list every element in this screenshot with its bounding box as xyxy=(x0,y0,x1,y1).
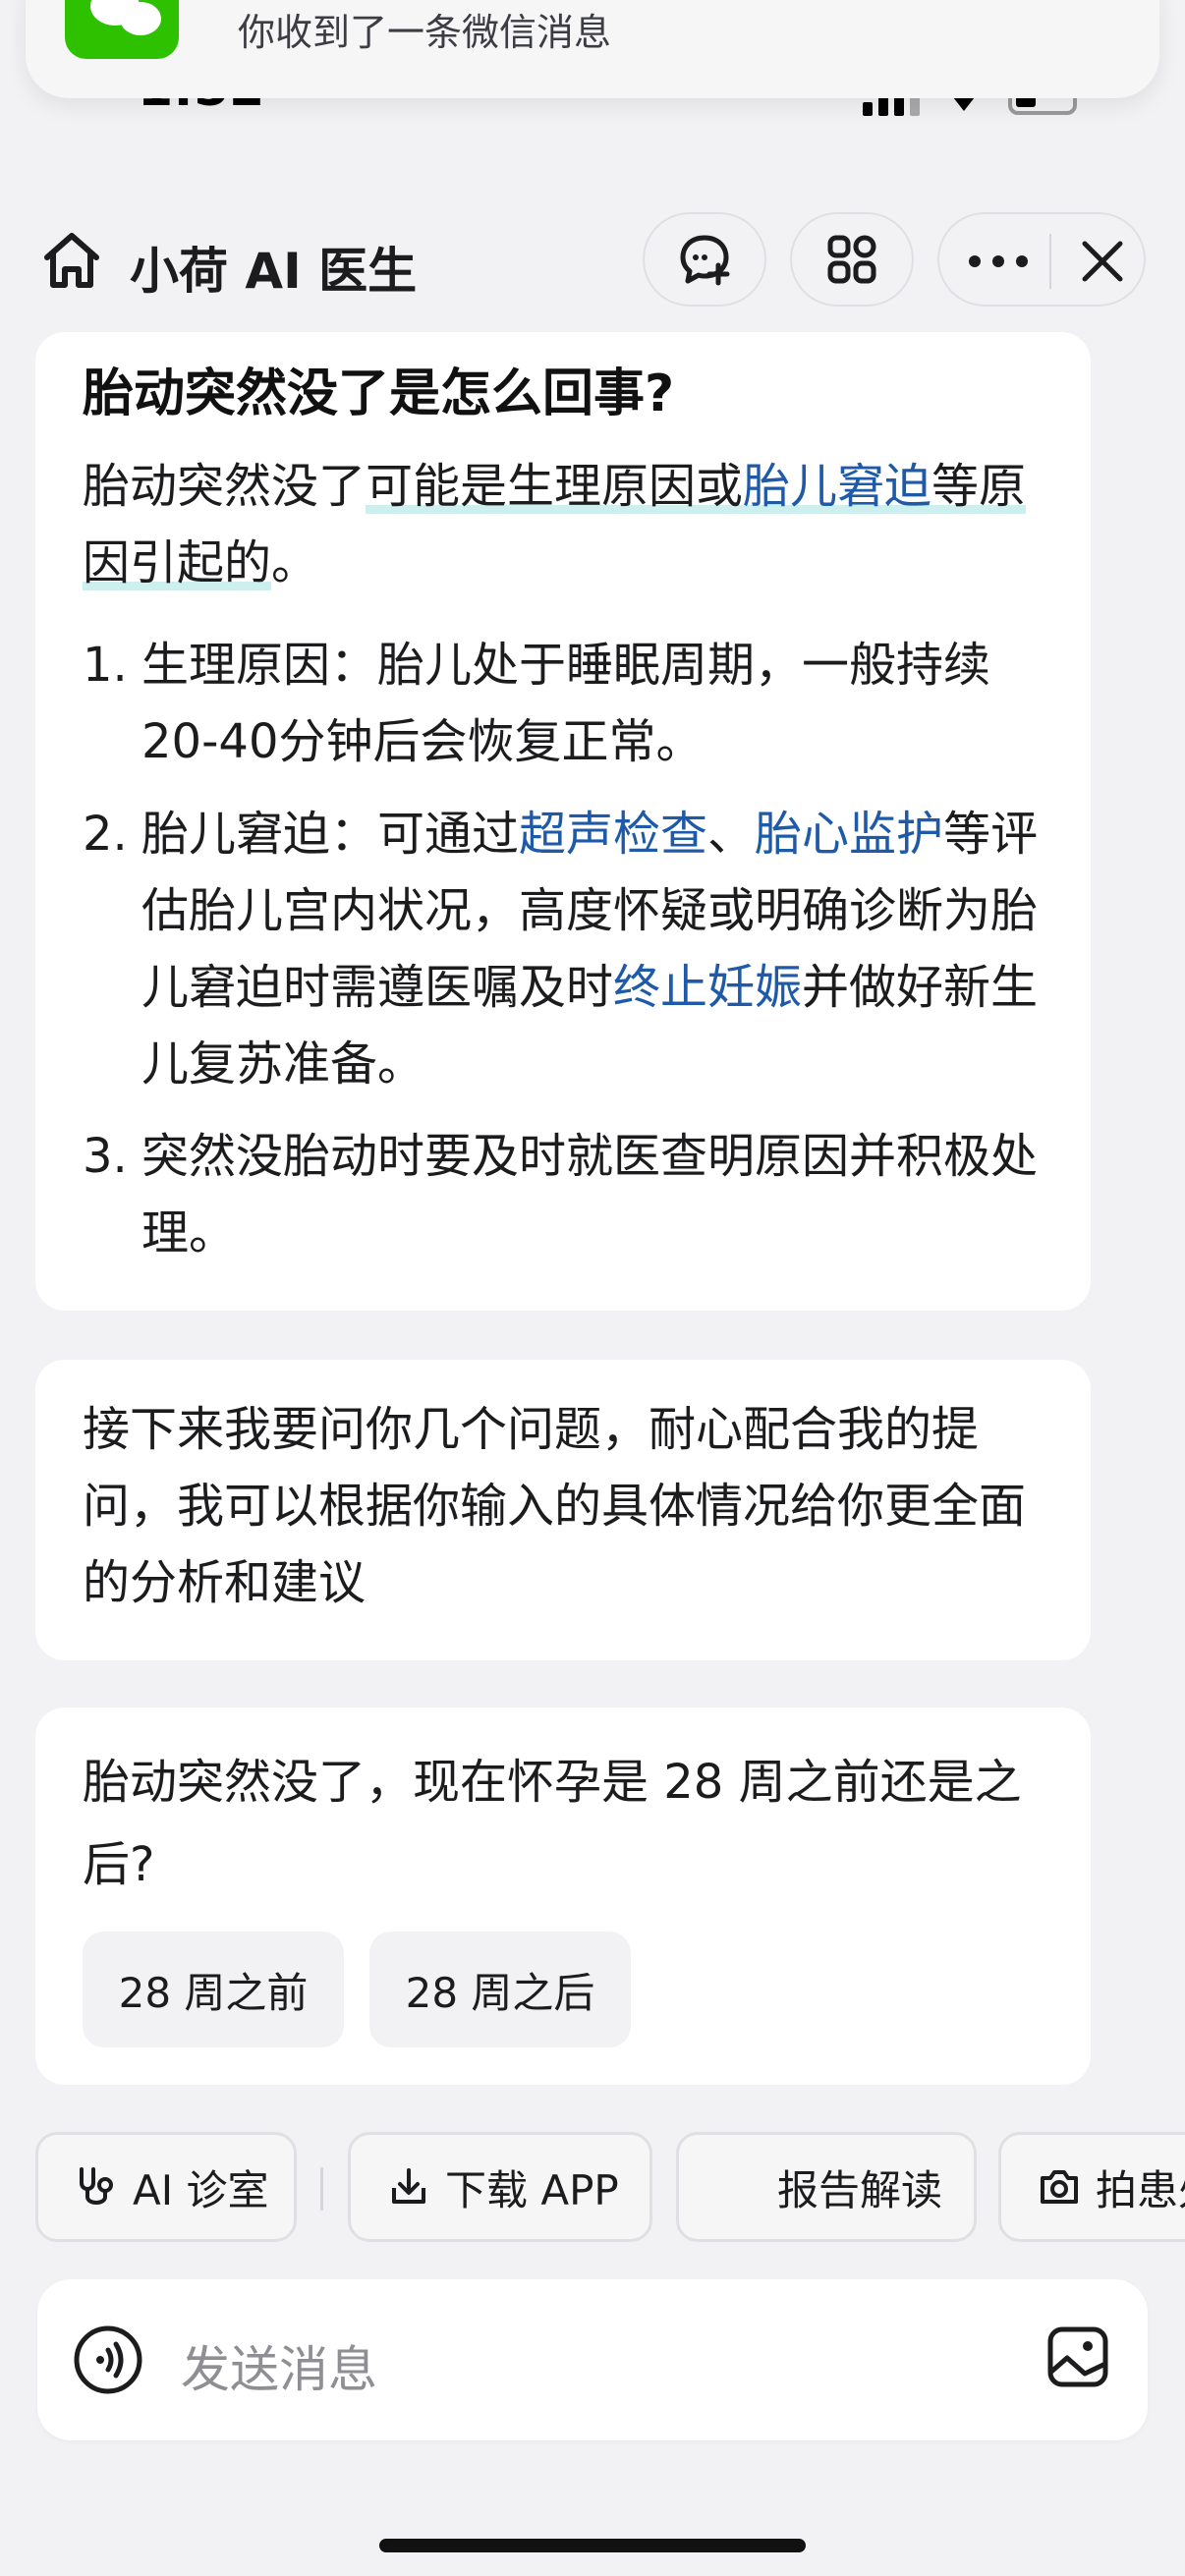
voice-icon[interactable] xyxy=(73,2324,143,2395)
download-icon xyxy=(392,2168,425,2204)
close-icon[interactable] xyxy=(1077,236,1128,287)
intro-card: 接下来我要问你几个问题，耐心配合我的提问，我可以根据你输入的具体情况给你更全面的… xyxy=(35,1360,1091,1660)
ai-clinic-label: AI 诊室 xyxy=(133,2165,269,2214)
link-fetal-heart-monitoring[interactable]: 胎心监护 xyxy=(755,807,943,862)
message-input-bar: 发送消息 xyxy=(37,2279,1148,2440)
lead-text: 胎动突然没了 xyxy=(83,459,367,514)
answer-title: 胎动突然没了是怎么回事? xyxy=(83,364,675,423)
notification-text: 你收到了一条微信消息 xyxy=(238,11,612,54)
option-after-28-weeks[interactable]: 28 周之后 xyxy=(369,1932,631,2047)
app-header: 小荷 AI 医生 xyxy=(0,206,1185,314)
question-text: 胎动突然没了，现在怀孕是 28 周之前还是之后? xyxy=(83,1755,1022,1892)
chat-plus-icon xyxy=(680,235,730,286)
image-icon[interactable] xyxy=(1045,2324,1110,2389)
grid-icon xyxy=(827,235,876,284)
answer-lead: 胎动突然没了可能是生理原因或胎儿窘迫等原因引起的。 xyxy=(83,448,1045,601)
question-card: 胎动突然没了，现在怀孕是 28 周之前还是之后? 28 周之前 28 周之后 xyxy=(35,1708,1091,2085)
list-item: 1. 生理原因：胎儿处于睡眠周期，一般持续20-40分钟后会恢复正常。 xyxy=(83,638,991,769)
menu-grid-button[interactable] xyxy=(790,212,914,307)
report-interpretation-button[interactable]: 报告解读 xyxy=(676,2132,977,2242)
option-before-28-weeks[interactable]: 28 周之前 xyxy=(83,1932,344,2047)
app-title: 小荷 AI 医生 xyxy=(130,243,418,300)
list-item: 2. 胎儿窘迫：可通过超声检查、胎心监护等评估胎儿宫内状况，高度怀疑或明确诊断为… xyxy=(83,807,1039,1092)
lead-end: 。 xyxy=(271,535,319,590)
home-indicator xyxy=(379,2539,806,2552)
notification-banner[interactable]: 你收到了一条微信消息 xyxy=(26,0,1159,98)
more-icon[interactable] xyxy=(969,240,1028,283)
photo-lesion-button[interactable]: 拍患处 xyxy=(998,2132,1185,2242)
intro-text: 接下来我要问你几个问题，耐心配合我的提问，我可以根据你输入的具体情况给你更全面的… xyxy=(83,1402,1027,1610)
new-chat-button[interactable] xyxy=(643,212,766,307)
miniprogram-capsule xyxy=(937,212,1146,307)
quick-actions: AI 诊室 下载 APP 报告解读 拍患处 xyxy=(35,2132,1185,2242)
download-app-label: 下载 APP xyxy=(445,2165,619,2214)
capsule-divider xyxy=(1049,234,1051,289)
chip-divider xyxy=(320,2167,323,2211)
wechat-app-icon xyxy=(65,0,179,59)
camera-icon xyxy=(1041,2170,1078,2204)
list-item: 3. 突然没胎动时要及时就医查明原因并积极处理。 xyxy=(83,1129,1039,1260)
home-icon[interactable] xyxy=(37,226,106,295)
link-terminate-pregnancy[interactable]: 终止妊娠 xyxy=(613,960,802,1015)
stethoscope-icon xyxy=(80,2167,113,2205)
photo-label: 拍患处 xyxy=(1096,2165,1185,2214)
ai-clinic-button[interactable]: AI 诊室 xyxy=(35,2132,297,2242)
download-app-button[interactable]: 下载 APP xyxy=(348,2132,652,2242)
link-ultrasound[interactable]: 超声检查 xyxy=(519,807,707,862)
message-input[interactable]: 发送消息 xyxy=(181,2330,377,2401)
answer-card: 胎动突然没了是怎么回事? 胎动突然没了可能是生理原因或胎儿窘迫等原因引起的。 1… xyxy=(35,332,1091,1311)
answer-list: 1. 生理原因：胎儿处于睡眠周期，一般持续20-40分钟后会恢复正常。 2. 胎… xyxy=(83,627,1055,1287)
link-fetal-distress[interactable]: 胎儿窘迫 xyxy=(743,459,931,514)
report-label: 报告解读 xyxy=(777,2165,943,2214)
